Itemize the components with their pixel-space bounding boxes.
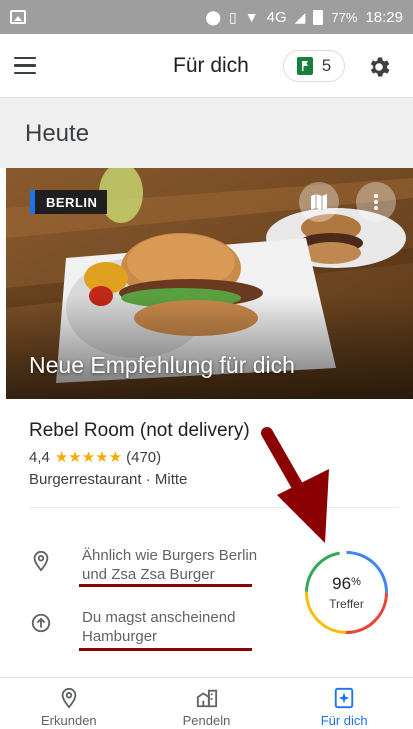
- reason-line: Hamburger: [82, 628, 158, 645]
- more-options-button[interactable]: [356, 182, 396, 222]
- recommendation-hero-image[interactable]: BERLIN Neue Empfehlung für dich: [6, 168, 413, 399]
- nav-for-you[interactable]: Für dich: [275, 678, 413, 729]
- place-name[interactable]: Rebel Room (not delivery): [29, 420, 250, 442]
- top-app-bar: Für dich 5: [0, 34, 413, 98]
- image-notification-icon: [10, 10, 26, 24]
- wifi-icon: ▼: [244, 9, 259, 25]
- reason-line: Du magst anscheinend: [82, 609, 236, 626]
- location-pin-icon: [61, 687, 77, 709]
- annotation-underline: [79, 584, 252, 587]
- star-rating: ★★★★★: [54, 449, 123, 466]
- city-badge: BERLIN: [30, 190, 108, 214]
- network-type: 4G: [266, 8, 287, 26]
- green-flag-icon: [296, 57, 313, 75]
- nav-commute[interactable]: Pendeln: [138, 678, 276, 729]
- more-vert-icon: [374, 194, 378, 210]
- arrow-up-circle-icon: [31, 613, 51, 633]
- saved-count: 5: [321, 56, 332, 75]
- map-button[interactable]: [299, 182, 339, 222]
- location-status-icon: ⬤: [205, 8, 222, 25]
- rating-row: 4,4 ★★★★★ (470): [29, 448, 162, 467]
- match-score: 96% Treffer: [303, 549, 390, 636]
- hamburger-menu-icon[interactable]: [14, 38, 70, 94]
- vibrate-icon: ▯: [229, 8, 237, 25]
- nav-label: Pendeln: [182, 713, 231, 728]
- map-icon: [311, 194, 327, 210]
- clock: 18:29: [365, 8, 403, 26]
- place-category: Burgerrestaurant · Mitte: [29, 471, 188, 488]
- battery-level: 77%: [331, 9, 358, 25]
- match-percentage: 96%: [332, 574, 361, 593]
- match-label: Treffer: [329, 597, 364, 611]
- location-pin-icon: [33, 550, 49, 572]
- annotation-underline: [79, 648, 252, 651]
- card-headline: Neue Empfehlung für dich: [29, 352, 295, 378]
- gear-icon[interactable]: [366, 54, 392, 80]
- section-header: Heute: [0, 98, 413, 168]
- sparkle-card-icon: [335, 687, 354, 709]
- rating-value: 4,4: [29, 448, 50, 466]
- page-title: Für dich: [173, 54, 249, 77]
- nav-label: Erkunden: [41, 713, 97, 728]
- reason-line: und Zsa Zsa Burger: [82, 566, 215, 583]
- nav-explore[interactable]: Erkunden: [0, 678, 138, 729]
- signal-icon: ◢: [294, 8, 306, 25]
- annotation-arrow: [261, 427, 329, 543]
- divider: [29, 507, 399, 508]
- nav-label: Für dich: [320, 713, 368, 728]
- status-bar: ⬤ ▯ ▼ 4G ◢ 77% 18:29: [0, 0, 413, 34]
- buildings-icon: [196, 689, 217, 708]
- bottom-navigation: Erkunden Pendeln Für dich: [0, 677, 413, 729]
- reason-line: Ähnlich wie Burgers Berlin: [82, 547, 258, 564]
- battery-icon: [313, 9, 324, 25]
- review-count: (470): [126, 448, 162, 466]
- section-title: Heute: [25, 120, 90, 147]
- saved-places-button[interactable]: 5: [283, 50, 345, 82]
